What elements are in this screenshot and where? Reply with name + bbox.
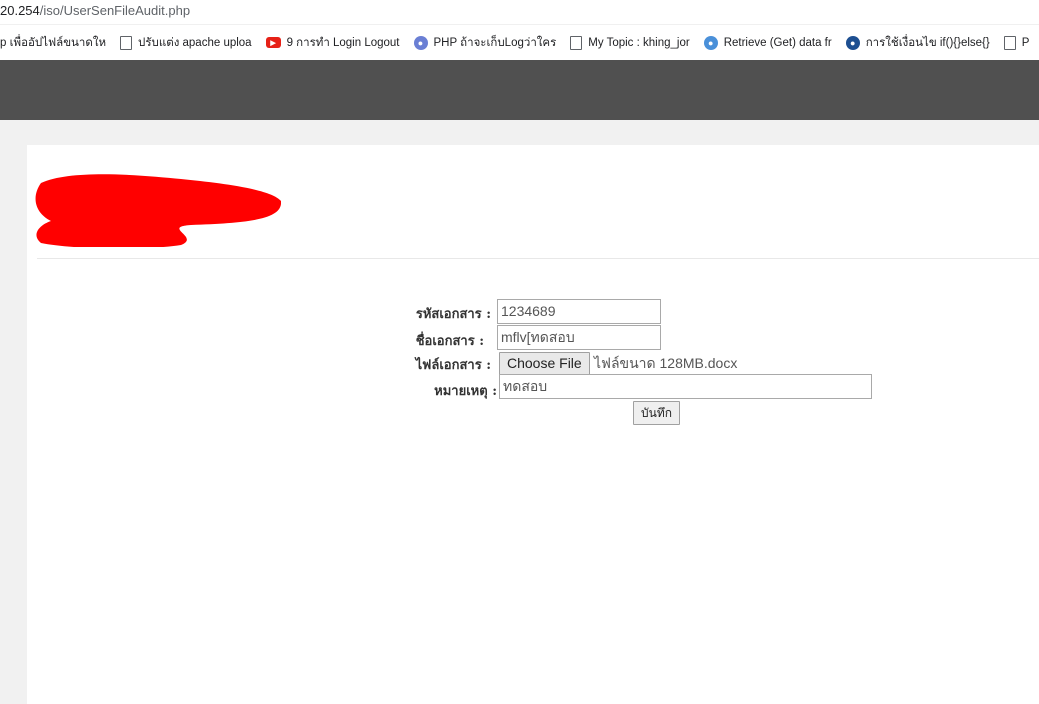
url-path: /iso/UserSenFileAudit.php bbox=[39, 3, 191, 18]
bookmark-item[interactable]: ปรับแต่ง apache uploa bbox=[120, 34, 252, 52]
redaction-scribble bbox=[35, 174, 281, 247]
page-icon bbox=[570, 35, 583, 50]
bookmark-item[interactable]: ● Retrieve (Get) data fr bbox=[703, 35, 832, 50]
page-icon bbox=[120, 35, 133, 50]
bookmark-item[interactable]: ● การใช้เงื่อนไข if(){}else{} bbox=[845, 34, 990, 52]
selected-file-name: ไฟล์ขนาด 128MB.docx bbox=[594, 355, 738, 371]
doc-file-label: ไฟล์เอกสาร : bbox=[415, 358, 491, 373]
url-host: 20.254 bbox=[0, 3, 40, 18]
bookmark-label: PHP ถ้าจะเก็บLogว่าใคร bbox=[433, 36, 557, 49]
remark-label: หมายเหตุ : bbox=[434, 384, 497, 399]
top-navbar bbox=[0, 60, 1039, 120]
choose-file-button[interactable]: Choose File bbox=[499, 352, 590, 375]
remark-input[interactable]: ทดสอบ bbox=[499, 374, 872, 399]
bookmark-label: Retrieve (Get) data fr bbox=[723, 36, 832, 49]
bookmark-label: P bbox=[1021, 36, 1030, 49]
bookmark-label: การใช้เงื่อนไข if(){}else{} bbox=[865, 36, 990, 49]
bookmark-item[interactable]: ▶ 9 การทำ Login Logout bbox=[265, 34, 400, 52]
bookmark-label: ปรับแต่ง apache uploa bbox=[138, 36, 252, 49]
doc-name-label: ชื่อเอกสาร : bbox=[415, 334, 484, 349]
doc-code-label: รหัสเอกสาร : bbox=[415, 307, 491, 322]
retrieve-icon: ● bbox=[703, 35, 718, 50]
bookmark-label: My Topic : khing_jor bbox=[588, 36, 690, 49]
bookmarks-bar: p เพื่ออัปไฟล์ขนาดให ปรับแต่ง apache upl… bbox=[0, 24, 1039, 60]
main-panel: รหัสเอกสาร : 1234689 ชื่อเอกสาร : mflv[ท… bbox=[27, 145, 1039, 704]
bookmark-label: p เพื่ออัปไฟล์ขนาดให bbox=[0, 36, 107, 49]
page-icon bbox=[1003, 35, 1016, 50]
bookmark-label: 9 การทำ Login Logout bbox=[286, 36, 400, 49]
bookmark-item[interactable]: P bbox=[1003, 35, 1030, 50]
save-button[interactable]: บันทึก bbox=[633, 401, 680, 425]
bookmark-item[interactable]: ● PHP ถ้าจะเก็บLogว่าใคร bbox=[413, 34, 557, 52]
bookmark-item[interactable]: p เพื่ออัปไฟล์ขนาดให bbox=[0, 34, 106, 52]
bookmark-item[interactable]: My Topic : khing_jor bbox=[570, 35, 690, 50]
doc-name-input[interactable]: mflv[ทดสอบ bbox=[497, 325, 661, 350]
youtube-icon: ▶ bbox=[265, 37, 281, 48]
divider bbox=[37, 258, 1039, 259]
doc-code-input[interactable]: 1234689 bbox=[497, 299, 661, 324]
php-icon: ● bbox=[413, 35, 428, 50]
site-icon: ● bbox=[845, 35, 860, 50]
address-bar[interactable]: 20.254/iso/UserSenFileAudit.php bbox=[0, 0, 1039, 24]
